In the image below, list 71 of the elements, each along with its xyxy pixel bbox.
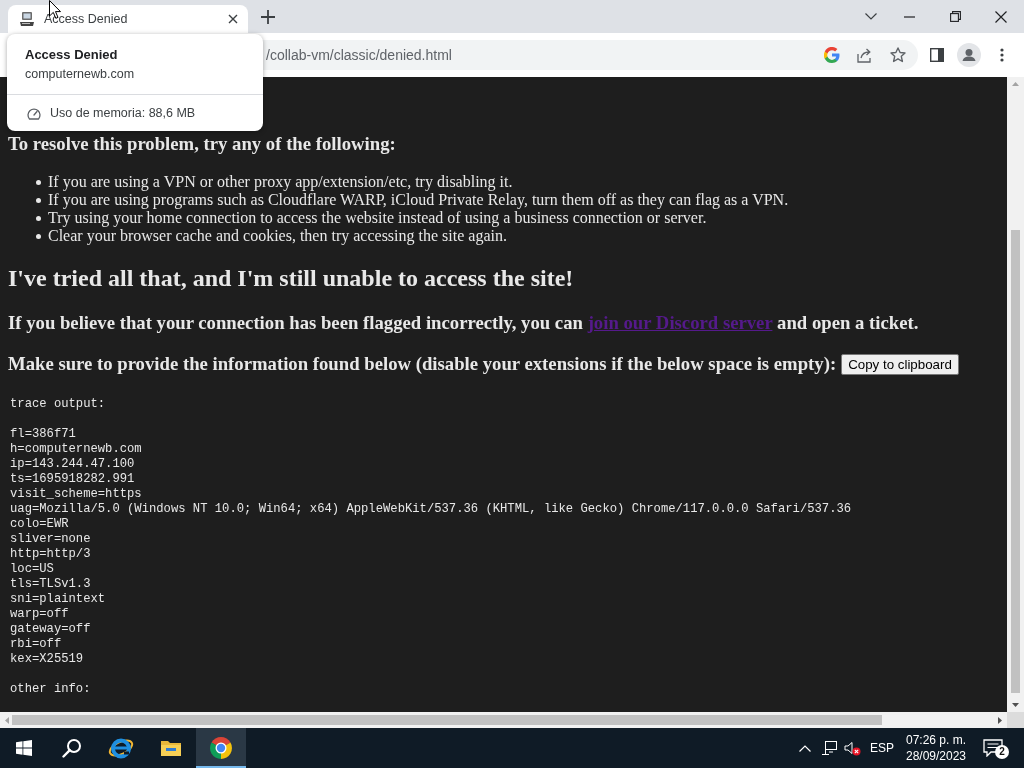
round-logo-icon xyxy=(209,736,233,760)
trace-line: sni=plaintext xyxy=(10,592,107,607)
language-indicator[interactable]: ESP xyxy=(863,741,901,755)
windows-logo-icon xyxy=(16,740,32,756)
trace-line: uag=Mozilla/5.0 (Windows NT 10.0; Win64; x64) AppleWebKit/537.36 (KHTML, like Gecko) Chrome/117.0.0.0 Safari/537.36 xyxy=(10,502,853,517)
caret-up-icon[interactable] xyxy=(799,744,811,752)
tip-text: If you are using a VPN or other proxy app/extension/etc, try disabling it. xyxy=(48,173,513,191)
side-panel-icon[interactable] xyxy=(930,48,944,62)
restore-icon[interactable] xyxy=(949,11,961,22)
star-icon[interactable] xyxy=(890,47,906,63)
bullet-icon xyxy=(36,197,41,203)
trace-line: rbi=off xyxy=(10,637,63,652)
tip-text: If you are using programs such as Cloudflare WARP, iCloud Private Relay, turn them off as they can flag as a VPN. xyxy=(48,191,789,209)
trace-line: h=computernewb.com xyxy=(10,442,143,457)
trace-title: trace output: xyxy=(10,397,107,412)
share-icon[interactable] xyxy=(857,47,873,63)
trace-line: visit_scheme=https xyxy=(10,487,143,502)
clock-time: 07:26 p. m. xyxy=(905,732,966,748)
trace-line: tls=TLSv1.3 xyxy=(10,577,92,592)
info-text: Make sure to provide the information found below (disable your extensions if the below space is empty): xyxy=(8,353,837,375)
bullet-icon xyxy=(36,215,41,221)
trace-line: colo=EWR xyxy=(10,517,70,532)
notification-icon[interactable] xyxy=(983,739,1003,757)
person-icon[interactable] xyxy=(957,43,981,67)
trace-line: fl=386f71 xyxy=(10,427,77,442)
scrollbar-corner xyxy=(1007,712,1024,728)
trace-line: warp=off xyxy=(10,607,70,622)
trace-line: sliver=none xyxy=(10,532,92,547)
vertical-scrollbar[interactable] xyxy=(1007,77,1024,712)
tip-text: Try using your home connection to access the website instead of using a business connection or server. xyxy=(48,209,707,227)
computer-icon xyxy=(19,11,35,27)
g-logo-icon[interactable] xyxy=(824,47,840,63)
trace-line: http=http/3 xyxy=(10,547,92,562)
speaker-icon[interactable] xyxy=(843,740,861,756)
chevron-down-icon[interactable] xyxy=(865,13,877,20)
close-icon[interactable] xyxy=(995,10,1007,23)
clock-date: 28/09/2023 xyxy=(905,748,967,764)
trace-footer: other info: xyxy=(10,682,999,697)
horizontal-scrollbar[interactable] xyxy=(0,712,1007,728)
plus-icon[interactable] xyxy=(261,9,275,24)
menu-icon[interactable] xyxy=(1000,48,1004,62)
scrollbar-thumb[interactable] xyxy=(1011,230,1020,693)
trace-line: ip=143.244.47.100 xyxy=(10,457,136,472)
tab-title: Access Denied xyxy=(44,12,129,26)
folder-icon xyxy=(160,738,182,758)
trace-line: gateway=off xyxy=(10,622,92,637)
bullet-icon xyxy=(36,233,41,239)
close-icon[interactable] xyxy=(228,14,238,24)
search-icon xyxy=(62,738,82,758)
trace-line: loc=US xyxy=(10,562,55,577)
gauge-icon xyxy=(27,106,41,120)
taskbar-button[interactable] xyxy=(196,728,246,768)
browser-tab[interactable]: Access Denied xyxy=(8,5,248,33)
trace-line: ts=1695918282.991 xyxy=(10,472,136,487)
memory-usage: Uso de memoria: 88,6 MB xyxy=(50,106,196,120)
url-text: /collab-vm/classic/denied.html xyxy=(266,47,453,63)
section-heading: I've tried all that, and I'm still unable to access the site! xyxy=(8,264,575,292)
notification-count: 2 xyxy=(995,745,1009,759)
section-heading: To resolve this problem, try any of the following: xyxy=(8,133,397,155)
scrollbar-thumb[interactable] xyxy=(12,715,882,725)
help-text: If you believe that your connection has been flagged incorrectly, you can join our Discord server and open a ticket. xyxy=(8,312,920,334)
trace-line: kex=X25519 xyxy=(10,652,85,667)
copy-button[interactable]: Copy to clipboard xyxy=(841,353,959,375)
minimize-icon[interactable] xyxy=(903,15,915,18)
network-icon[interactable] xyxy=(821,741,837,755)
right-arrow-icon[interactable] xyxy=(998,716,1002,724)
clock[interactable]: 07:26 p. m. 28/09/2023 xyxy=(901,732,971,764)
down-arrow-icon[interactable] xyxy=(1012,703,1019,707)
e-logo-icon xyxy=(108,736,134,760)
bullet-icon xyxy=(36,179,41,185)
tip-text: Clear your browser cache and cookies, then try accessing the site again. xyxy=(48,227,507,245)
